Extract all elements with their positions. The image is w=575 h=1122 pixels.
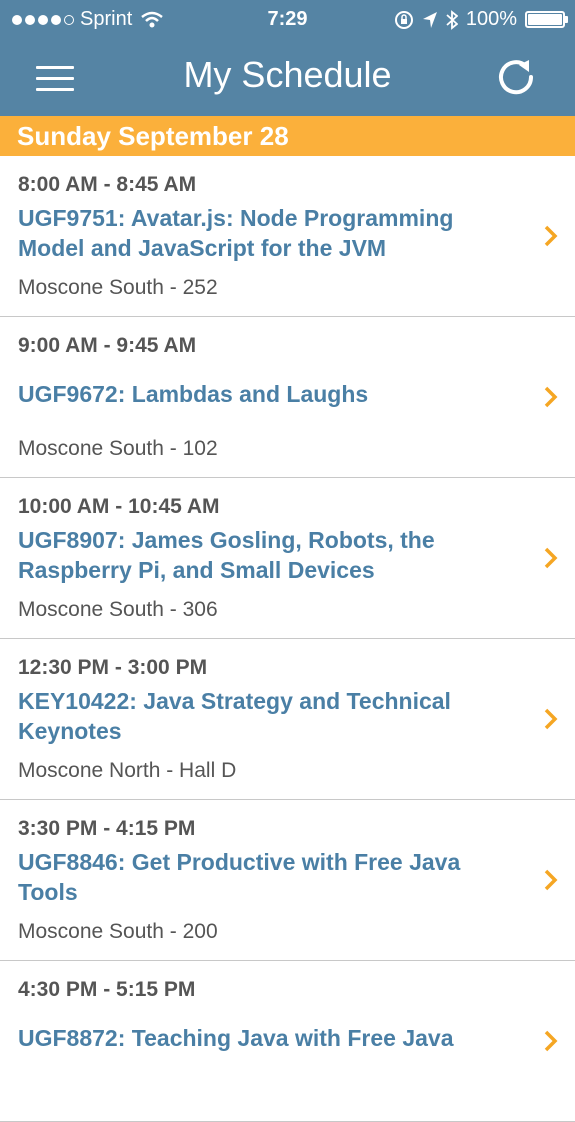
- session-title-text: KEY10422: Java Strategy and Technical Ke…: [18, 688, 451, 744]
- session-row[interactable]: 3:30 PM - 4:15 PM UGF8846: Get Productiv…: [0, 800, 575, 961]
- battery-percent: 100%: [465, 8, 517, 30]
- orientation-lock-icon: [394, 10, 413, 29]
- chevron-right-icon: [544, 225, 558, 247]
- session-title-text: UGF8907: James Gosling, Robots, the Rasp…: [18, 527, 435, 583]
- session-room: Moscone South - 306: [18, 598, 218, 621]
- session-time: 10:00 AM - 10:45 AM: [18, 495, 220, 518]
- battery-icon: [525, 11, 568, 28]
- day-section-header: Sunday September 28: [0, 116, 575, 156]
- session-row[interactable]: 10:00 AM - 10:45 AM UGF8907: James Gosli…: [0, 478, 575, 639]
- session-title-text: UGF8846: Get Productive with Free Java T…: [18, 849, 461, 905]
- session-title: UGF8907: James Gosling, Robots, the Rasp…: [18, 525, 508, 585]
- session-time: 4:30 PM - 5:15 PM: [18, 978, 196, 1001]
- chevron-right-icon: [544, 1030, 558, 1052]
- session-time: 8:00 AM - 8:45 AM: [18, 173, 197, 196]
- chevron-right-icon: [544, 708, 558, 730]
- location-arrow-icon: [422, 11, 437, 28]
- status-right: 100%: [394, 8, 568, 31]
- session-title-text: UGF9751: Avatar.js: Node Programming Mod…: [18, 205, 454, 261]
- session-title: UGF9672: Lambdas and Laughs: [18, 364, 508, 424]
- chevron-right-icon: [544, 869, 558, 891]
- session-title-text: UGF8872: Teaching Java with Free Java: [18, 1025, 454, 1051]
- session-time: 9:00 AM - 9:45 AM: [18, 334, 197, 357]
- session-room: Moscone North - Hall D: [18, 759, 237, 782]
- session-row[interactable]: 8:00 AM - 8:45 AM UGF9751: Avatar.js: No…: [0, 156, 575, 317]
- session-row[interactable]: 12:30 PM - 3:00 PM KEY10422: Java Strate…: [0, 639, 575, 800]
- session-title: UGF8872: Teaching Java with Free Java: [18, 1008, 508, 1068]
- page-title: My Schedule: [183, 54, 392, 95]
- session-room: Moscone South - 200: [18, 920, 218, 943]
- session-title: UGF8846: Get Productive with Free Java T…: [18, 847, 508, 907]
- session-row[interactable]: 4:30 PM - 5:15 PM UGF8872: Teaching Java…: [0, 961, 575, 1122]
- session-title: KEY10422: Java Strategy and Technical Ke…: [18, 686, 508, 746]
- refresh-button[interactable]: [493, 54, 539, 100]
- status-bar: Sprint 7:29 100%: [0, 0, 575, 38]
- session-row[interactable]: 9:00 AM - 9:45 AM UGF9672: Lambdas and L…: [0, 317, 575, 478]
- schedule-list: 8:00 AM - 8:45 AM UGF9751: Avatar.js: No…: [0, 156, 575, 1122]
- chevron-right-icon: [544, 547, 558, 569]
- session-room: Moscone South - 252: [18, 276, 218, 299]
- navigation-bar: My Schedule: [0, 38, 575, 116]
- chevron-right-icon: [544, 386, 558, 408]
- session-time: 12:30 PM - 3:00 PM: [18, 656, 208, 679]
- refresh-icon: [499, 60, 534, 95]
- session-title: UGF9751: Avatar.js: Node Programming Mod…: [18, 203, 508, 263]
- session-time: 3:30 PM - 4:15 PM: [18, 817, 196, 840]
- session-room: Moscone South - 102: [18, 437, 218, 460]
- session-title-text: UGF9672: Lambdas and Laughs: [18, 381, 369, 407]
- battery-fill: [528, 14, 562, 25]
- bluetooth-icon: [446, 9, 458, 30]
